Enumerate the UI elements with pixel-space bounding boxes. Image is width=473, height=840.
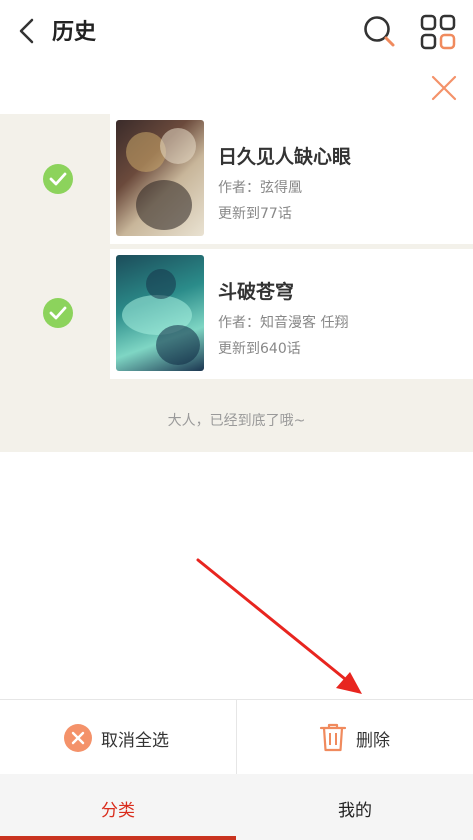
trash-icon	[319, 722, 347, 752]
cancel-icon	[64, 724, 92, 752]
comic-cover-image	[116, 255, 204, 371]
comic-title: 日久见人缺心眼	[218, 146, 352, 168]
cancel-all-button[interactable]: 取消全选	[0, 700, 237, 775]
grid-icon[interactable]	[420, 14, 456, 50]
tab-mine[interactable]: 我的	[237, 774, 473, 840]
comic-cover-image	[116, 120, 204, 236]
checkbox-checked-icon[interactable]	[43, 298, 73, 328]
tab-mine-label: 我的	[338, 801, 372, 821]
comic-title: 斗破苍穹	[218, 281, 295, 303]
close-icon[interactable]	[430, 74, 458, 102]
checkbox-checked-icon[interactable]	[43, 164, 73, 194]
history-item[interactable]: 斗破苍穹 作者：知音漫客 任翔 更新到640话	[110, 249, 473, 379]
bottom-tab-bar: 分类 我的	[0, 774, 473, 840]
comic-update: 更新到77话	[218, 206, 292, 222]
cancel-all-label: 取消全选	[101, 731, 169, 751]
tab-category-label: 分类	[101, 801, 135, 821]
history-item[interactable]: 日久见人缺心眼 作者：弦得凰 更新到77话	[110, 114, 473, 244]
active-tab-indicator	[0, 836, 236, 840]
top-bar: 历史	[0, 0, 473, 62]
end-of-list-note: 大人，已经到底了哦~	[167, 413, 306, 429]
edit-bar	[0, 62, 473, 114]
page-title: 历史	[52, 20, 97, 45]
comic-author: 作者：弦得凰	[218, 180, 302, 196]
search-icon[interactable]	[362, 14, 396, 48]
delete-button[interactable]: 删除	[237, 700, 473, 775]
chevron-left-icon[interactable]	[14, 17, 40, 45]
delete-label: 删除	[356, 731, 390, 751]
action-bar: 取消全选 删除	[0, 699, 473, 775]
tab-category[interactable]: 分类	[0, 774, 236, 840]
comic-author: 作者：知音漫客 任翔	[218, 315, 349, 331]
comic-update: 更新到640话	[218, 341, 301, 357]
